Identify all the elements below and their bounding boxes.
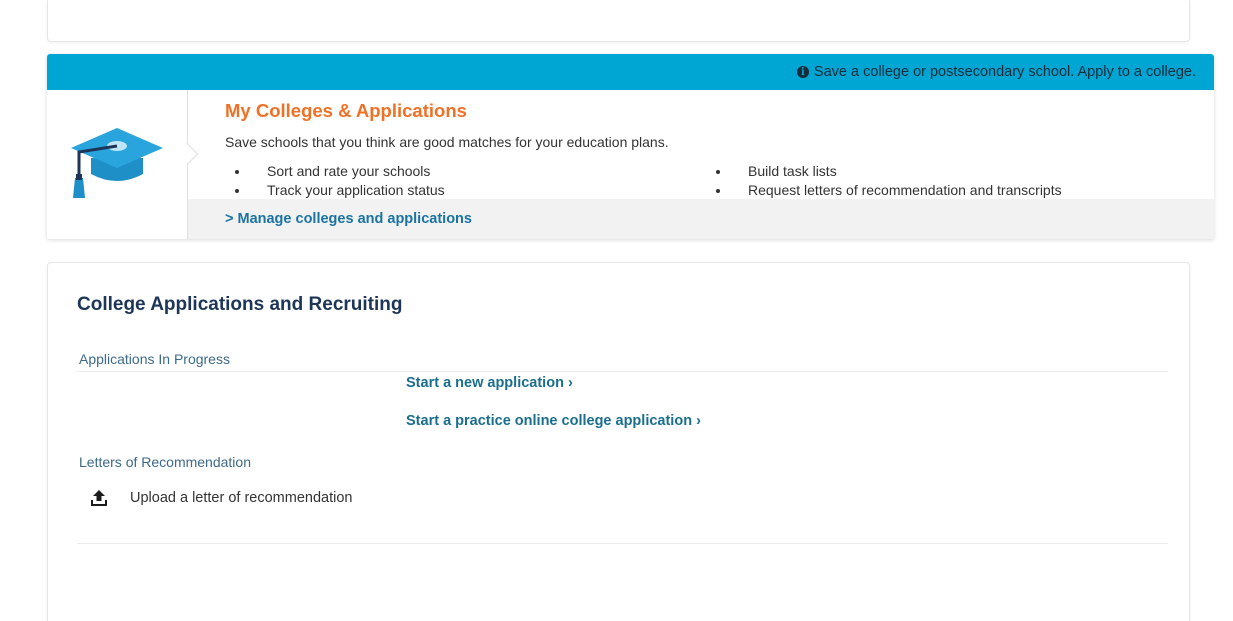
upload-icon [91,490,107,506]
list-item: Request letters of recommendation and tr… [706,181,1062,200]
upload-letter-text[interactable]: Upload a letter of recommendation [130,490,352,506]
list-item: Sort and rate your schools [225,162,445,181]
manage-bar: > Manage colleges and applications [188,199,1214,239]
divider [77,371,1168,372]
start-practice-application-link[interactable]: Start a practice online college applicat… [406,413,701,429]
feature-list-left: Sort and rate your schools Track your ap… [225,162,445,200]
list-item: Build task lists [706,162,1062,181]
list-item: Track your application status [225,181,445,200]
feature-list-right: Build task lists Request letters of reco… [706,162,1062,200]
divider [77,543,1168,544]
cap-area [47,90,199,239]
manage-colleges-link[interactable]: > Manage colleges and applications [225,211,472,227]
pointer-arrow [175,142,199,166]
upload-letter-row[interactable]: Upload a letter of recommendation [90,489,352,507]
graduation-cap-icon [71,128,163,198]
my-colleges-panel: i Save a college or postsecondary school… [47,54,1214,239]
panel-description: Save schools that you think are good mat… [225,134,669,150]
applications-card: College Applications and Recruiting Appl… [47,262,1190,621]
start-new-application-link[interactable]: Start a new application › [406,375,573,391]
top-card [47,0,1190,42]
notice-text: Save a college or postsecondary school. … [813,64,1196,80]
section-title: College Applications and Recruiting [77,294,403,315]
info-icon: i [796,66,809,78]
panel-title: My Colleges & Applications [225,100,467,121]
notice-bar: i Save a college or postsecondary school… [47,54,1214,90]
applications-in-progress-label: Applications In Progress [79,351,230,367]
letters-of-recommendation-label: Letters of Recommendation [79,454,251,470]
